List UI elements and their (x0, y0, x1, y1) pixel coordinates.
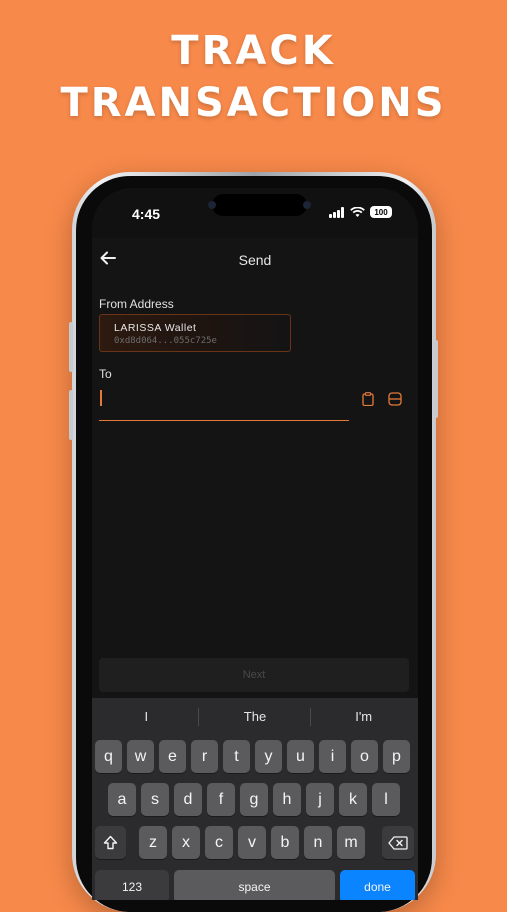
wallet-address: 0xd8d064...055c725e (114, 336, 217, 346)
wifi-icon (350, 206, 365, 217)
done-key[interactable]: done (340, 870, 415, 900)
key-t[interactable]: t (223, 740, 250, 773)
key-row-3: z x c v b n m (92, 826, 418, 859)
key-h[interactable]: h (273, 783, 301, 816)
send-screen: Send From Address LARISSA Wallet 0xd8d06… (92, 238, 418, 900)
paste-button[interactable] (362, 392, 374, 411)
from-address-label: From Address (99, 297, 174, 311)
backspace-icon (388, 835, 408, 850)
status-time: 4:45 (132, 206, 161, 222)
suggestion-divider (198, 708, 199, 726)
power-button (434, 340, 438, 418)
wallet-name: LARISSA Wallet (114, 322, 197, 334)
to-address-input[interactable] (99, 378, 349, 421)
key-l[interactable]: l (372, 783, 400, 816)
volume-down-button (69, 390, 73, 440)
suggestion-item[interactable]: I'm (309, 698, 418, 734)
signal-icon (329, 206, 344, 218)
key-e[interactable]: e (159, 740, 186, 773)
key-f[interactable]: f (207, 783, 235, 816)
clipboard-icon (362, 392, 374, 407)
text-cursor (100, 390, 102, 406)
suggestion-divider (310, 708, 311, 726)
key-s[interactable]: s (141, 783, 169, 816)
suggestion-bar: I The I'm (92, 698, 418, 734)
key-d[interactable]: d (174, 783, 202, 816)
space-key[interactable]: space (174, 870, 335, 900)
shift-key[interactable] (95, 826, 126, 859)
page-title: Send (238, 252, 272, 268)
volume-up-button (69, 322, 73, 372)
shift-icon (103, 835, 118, 850)
key-row-2: a s d f g h j k l (92, 783, 418, 816)
suggestion-item[interactable]: The (201, 698, 310, 734)
key-row-1: q w e r t y u i o p (92, 740, 418, 773)
front-camera-icon (303, 201, 311, 209)
key-o[interactable]: o (351, 740, 378, 773)
backspace-key[interactable] (382, 826, 414, 859)
key-a[interactable]: a (108, 783, 136, 816)
numbers-key[interactable]: 123 (95, 870, 169, 900)
key-x[interactable]: x (172, 826, 200, 859)
key-p[interactable]: p (383, 740, 410, 773)
key-j[interactable]: j (306, 783, 334, 816)
key-i[interactable]: i (319, 740, 346, 773)
key-u[interactable]: u (287, 740, 314, 773)
key-g[interactable]: g (240, 783, 268, 816)
front-sensor-icon (208, 201, 216, 209)
keyboard: I The I'm q w e r t y u i o p a s d f g … (92, 698, 418, 900)
status-icons: 100 (329, 206, 392, 218)
key-n[interactable]: n (304, 826, 332, 859)
key-y[interactable]: y (255, 740, 282, 773)
key-m[interactable]: m (337, 826, 365, 859)
phone-screen: 4:45 100 Send From Address LARISSA Walle… (92, 188, 418, 900)
key-row-4: 123 space done (92, 870, 418, 900)
promo-title-line1: TRACK (171, 28, 336, 74)
suggestion-item[interactable]: I (92, 698, 201, 734)
key-v[interactable]: v (238, 826, 266, 859)
scan-qr-button[interactable] (388, 392, 402, 411)
key-r[interactable]: r (191, 740, 218, 773)
key-c[interactable]: c (205, 826, 233, 859)
promo-title-line2: TRANSACTIONS (60, 80, 447, 126)
key-w[interactable]: w (127, 740, 154, 773)
scan-icon (388, 392, 402, 406)
key-b[interactable]: b (271, 826, 299, 859)
key-k[interactable]: k (339, 783, 367, 816)
key-z[interactable]: z (139, 826, 167, 859)
next-button[interactable]: Next (99, 658, 409, 692)
dynamic-island (208, 194, 311, 216)
from-wallet-selector[interactable]: LARISSA Wallet 0xd8d064...055c725e (99, 314, 291, 352)
key-q[interactable]: q (95, 740, 122, 773)
battery-icon: 100 (370, 206, 392, 218)
